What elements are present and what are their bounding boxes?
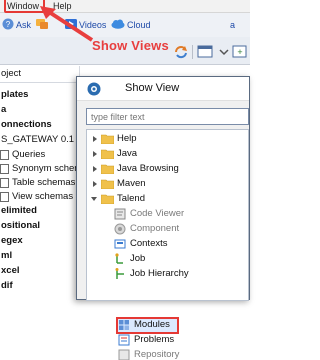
tree-item-java[interactable]: Java [87, 147, 247, 161]
folder-icon [101, 164, 114, 174]
tree-item[interactable]: plates [1, 88, 28, 102]
tree-item-label: elimited [1, 205, 37, 216]
tree-item-label: Maven [117, 178, 146, 189]
tree-item-label: Synonym schem [12, 163, 83, 174]
tree-item-label: oject [1, 68, 22, 79]
tree-item[interactable]: xcel [1, 264, 20, 278]
folder-icon [101, 149, 114, 159]
tree-item-label: Component [130, 223, 180, 234]
toolbar-separator [192, 45, 193, 59]
collapse-arrow-icon[interactable] [91, 196, 97, 202]
tree-item-code-viewer[interactable]: Code Viewer [87, 207, 247, 221]
tree-item-label: Repository [134, 349, 180, 360]
tree-item[interactable]: oject [1, 67, 21, 81]
tree-item-label: Help [117, 133, 137, 144]
folder-icon [101, 134, 114, 144]
tree-item[interactable]: ositional [1, 219, 40, 233]
view-window-icon[interactable] [197, 44, 213, 60]
tree-item-label: Talend [117, 193, 145, 204]
job-icon [115, 253, 123, 264]
folder-open-icon [101, 194, 114, 204]
tree-item-label: Modules [134, 319, 170, 330]
tree-item[interactable]: elimited [1, 204, 37, 218]
folder-icon [101, 179, 114, 189]
tree-item-label: Job Hierarchy [130, 268, 189, 279]
tree-item-modules[interactable]: Modules [87, 318, 247, 332]
tree-item[interactable]: onnections [1, 118, 52, 132]
tree-item[interactable]: a [1, 103, 6, 117]
tree-item-label: Contexts [130, 238, 168, 249]
tree-item[interactable]: egex [1, 234, 23, 248]
tree-item-java-browsing[interactable]: Java Browsing [87, 162, 247, 176]
tree-item-talend[interactable]: Talend [87, 192, 247, 206]
panel-divider [0, 82, 80, 83]
help-icon: ? [2, 18, 14, 30]
tree-item-contexts[interactable]: Contexts [87, 237, 247, 251]
svg-text:?: ? [6, 20, 11, 29]
dialog-title: Show View [125, 82, 180, 94]
modules-icon [119, 320, 129, 330]
tree-item-job-hierarchy[interactable]: Job Hierarchy [87, 267, 247, 281]
table-schema-icon [0, 178, 9, 188]
ask-link[interactable]: Ask [16, 20, 31, 30]
expand-arrow-icon[interactable] [92, 181, 98, 187]
window-menu-highlight [4, 0, 45, 13]
sync-icon[interactable] [173, 44, 189, 60]
tree-item-label: onnections [1, 119, 52, 130]
tree-item-label: egex [1, 235, 23, 246]
tree-item-help[interactable]: Help [87, 132, 247, 146]
tree-item-component[interactable]: Component [87, 222, 247, 236]
quick-links-bar: ? Ask Videos Cloud a [0, 13, 250, 37]
tree-item-label: Problems [134, 334, 175, 345]
expand-arrow-icon[interactable] [92, 151, 98, 157]
add-view-icon[interactable]: + [232, 44, 248, 60]
annotation-arrow [40, 6, 94, 42]
synonym-schema-icon [0, 164, 9, 174]
tree-item-label: Java Browsing [117, 163, 179, 174]
tree-item-label: Code Viewer [130, 208, 185, 219]
contexts-icon [114, 239, 126, 249]
tree-item-label: Java [117, 148, 138, 159]
show-view-dialog: Show View Help Java Java Browsing Maven [76, 76, 250, 360]
view-tree: Help Java Java Browsing Maven Talend Cod… [86, 129, 249, 360]
tree-item-label: dif [1, 280, 13, 291]
dialog-titlebar[interactable]: Show View [77, 77, 249, 101]
tree-item-job[interactable]: Job [87, 252, 247, 266]
repository-tree-panel: oject plates a onnections S_GATEWAY 0.1 … [0, 66, 83, 300]
component-icon [114, 223, 126, 235]
tree-item[interactable]: ml [1, 249, 12, 263]
tree-item-label: ml [1, 250, 13, 261]
tree-item-label: ositional [1, 220, 41, 231]
job-hierarchy-icon [115, 268, 124, 279]
tree-item-label: Job [130, 253, 146, 264]
tree-item-label: xcel [1, 265, 20, 276]
tree-item[interactable]: dif [1, 279, 13, 293]
tree-item-label: Table schemas [12, 177, 76, 188]
tree-item-label: S_GATEWAY 0.1 [1, 134, 75, 145]
tree-item[interactable]: S_GATEWAY 0.1 [1, 133, 74, 147]
queries-icon [0, 150, 9, 160]
view-schema-icon [0, 192, 9, 202]
tree-item-label: Queries [12, 149, 46, 160]
show-views-callout: Show Views [92, 38, 169, 53]
expand-icon[interactable] [216, 44, 232, 60]
repository-icon [118, 349, 130, 360]
linkbar-extra-link[interactable]: a [230, 20, 235, 30]
cloud-link[interactable]: Cloud [127, 20, 151, 30]
code-viewer-icon [114, 208, 126, 220]
expand-arrow-icon[interactable] [92, 136, 98, 142]
tree-item-repository[interactable]: Repository [87, 348, 247, 360]
svg-text:+: + [237, 47, 242, 57]
filter-input[interactable] [86, 108, 249, 125]
tree-item-maven[interactable]: Maven [87, 177, 247, 191]
problems-icon [118, 334, 130, 346]
cloud-icon [111, 19, 125, 29]
tree-item-label: plates [1, 89, 29, 100]
talend-app-icon [87, 82, 101, 96]
tree-item-label: View schemas [12, 191, 74, 202]
expand-arrow-icon[interactable] [92, 166, 98, 172]
tree-item-problems[interactable]: Problems [87, 333, 247, 347]
tree-item-label: a [1, 104, 7, 115]
